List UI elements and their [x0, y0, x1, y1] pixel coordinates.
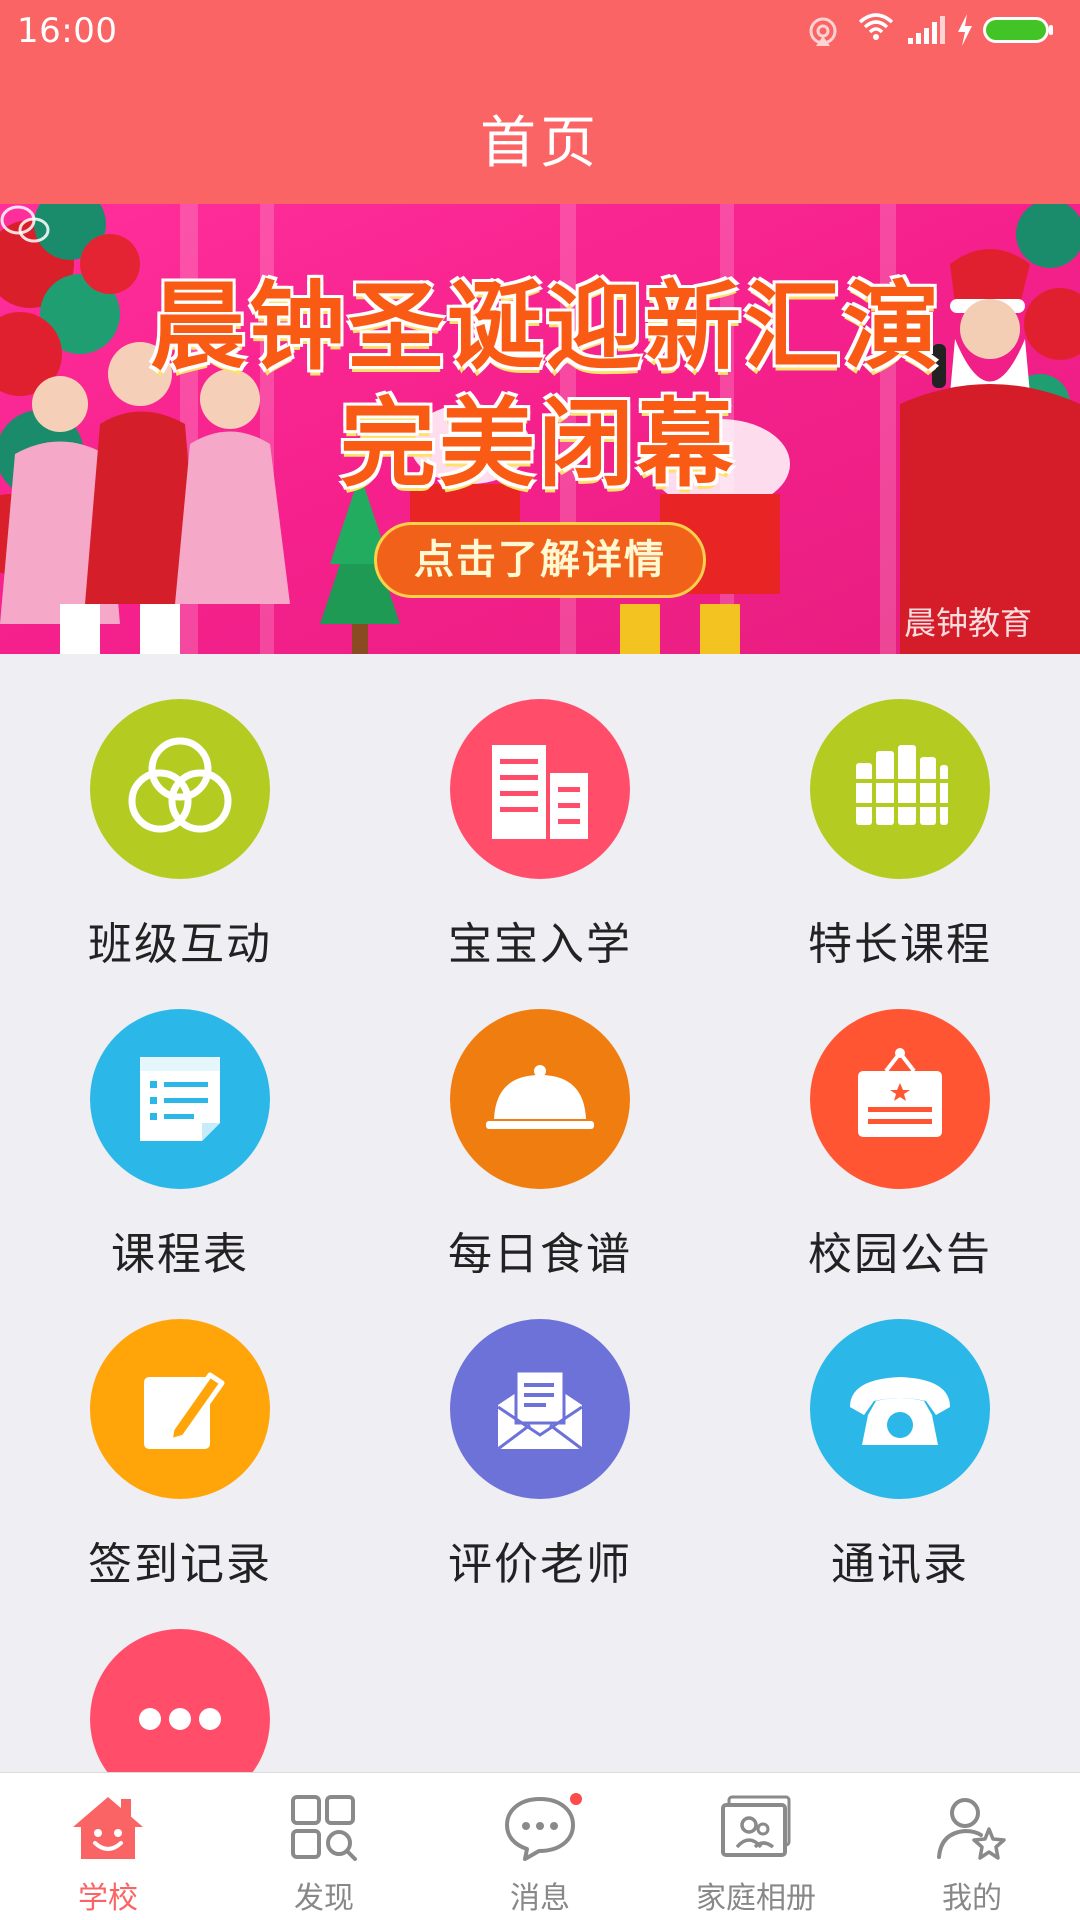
grid-item-contacts[interactable]: 通讯录 — [720, 1274, 1080, 1590]
banner-watermark: 晨钟教育 — [904, 604, 1033, 642]
bottom-tab-bar: 学校 发现 消息 家庭相册 我的 — [0, 1772, 1080, 1920]
rings-icon — [90, 699, 270, 879]
grid-item-checkin-records[interactable]: 签到记录 — [0, 1274, 360, 1590]
header: 16:00 首页 — [0, 0, 1080, 204]
alarm-icon — [809, 17, 837, 46]
unread-badge — [568, 1791, 584, 1807]
books-icon — [810, 699, 990, 879]
tab-family-album[interactable]: 家庭相册 — [648, 1773, 864, 1920]
charging-icon — [958, 14, 972, 46]
tab-label: 消息 — [510, 1881, 570, 1916]
grid-item-class-interaction[interactable]: 班级互动 — [0, 654, 360, 970]
grid-label: 签到记录 — [88, 1539, 272, 1590]
edit-pencil-icon — [90, 1319, 270, 1499]
banner-subtitle: 完美闭幕 — [340, 388, 736, 500]
app-screen: 16:00 首页 晨钟圣诞迎新汇演 完美闭幕 点击了解详情 晨钟教育 班级互动 … — [0, 0, 1080, 1920]
grid-label: 宝宝入学 — [448, 919, 632, 970]
grid-item-talent-courses[interactable]: 特长课程 — [720, 654, 1080, 970]
signal-icon — [908, 16, 945, 44]
grid-item-timetable[interactable]: 课程表 — [0, 964, 360, 1280]
tab-school[interactable]: 学校 — [0, 1773, 216, 1920]
food-cloche-icon — [450, 1009, 630, 1189]
grid-label: 班级互动 — [88, 919, 272, 970]
promo-banner[interactable]: 晨钟圣诞迎新汇演 完美闭幕 点击了解详情 晨钟教育 — [0, 204, 1080, 654]
envelope-letter-icon — [450, 1319, 630, 1499]
grid-label: 评价老师 — [448, 1539, 632, 1590]
building-icon — [450, 699, 630, 879]
status-bar: 16:00 — [0, 0, 1080, 62]
photo-album-icon — [721, 1795, 791, 1857]
page-title: 首页 — [480, 111, 600, 176]
grid-label: 每日食谱 — [448, 1229, 632, 1280]
banner-details-button[interactable]: 点击了解详情 — [374, 522, 706, 598]
grid-label: 校园公告 — [808, 1229, 992, 1280]
telephone-icon — [810, 1319, 990, 1499]
tab-mine[interactable]: 我的 — [864, 1773, 1080, 1920]
wechat-icon — [0, 205, 50, 243]
tab-label: 学校 — [78, 1881, 138, 1916]
grid-label: 通讯录 — [831, 1539, 969, 1590]
school-house-icon — [73, 1797, 143, 1859]
discover-grid-icon — [291, 1795, 357, 1861]
tab-discover[interactable]: 发现 — [216, 1773, 432, 1920]
tab-label: 发现 — [294, 1881, 354, 1916]
wifi-icon — [858, 13, 894, 40]
grid-item-campus-notice[interactable]: 校园公告 — [720, 964, 1080, 1280]
tab-label: 我的 — [942, 1881, 1002, 1916]
tab-label: 家庭相册 — [696, 1881, 816, 1916]
banner-title: 晨钟圣诞迎新汇演 — [150, 271, 942, 383]
feature-grid: 班级互动 宝宝入学 特长课程 课程表 每日食谱 校园公告 签到记录 评价老师 通… — [0, 654, 1080, 1809]
grid-item-daily-menu[interactable]: 每日食谱 — [360, 964, 720, 1280]
tab-messages[interactable]: 消息 — [432, 1773, 648, 1920]
grid-label: 课程表 — [111, 1229, 249, 1280]
grid-label: 特长课程 — [808, 919, 992, 970]
grid-item-rate-teacher[interactable]: 评价老师 — [360, 1274, 720, 1590]
battery-icon — [983, 17, 1053, 43]
grid-item-baby-enrollment[interactable]: 宝宝入学 — [360, 654, 720, 970]
notice-board-icon — [810, 1009, 990, 1189]
status-time: 16:00 — [17, 11, 118, 51]
message-bubble-icon — [505, 1797, 575, 1861]
profile-star-icon — [937, 1798, 1006, 1860]
schedule-list-icon — [90, 1009, 270, 1189]
status-icons — [806, 12, 1066, 50]
